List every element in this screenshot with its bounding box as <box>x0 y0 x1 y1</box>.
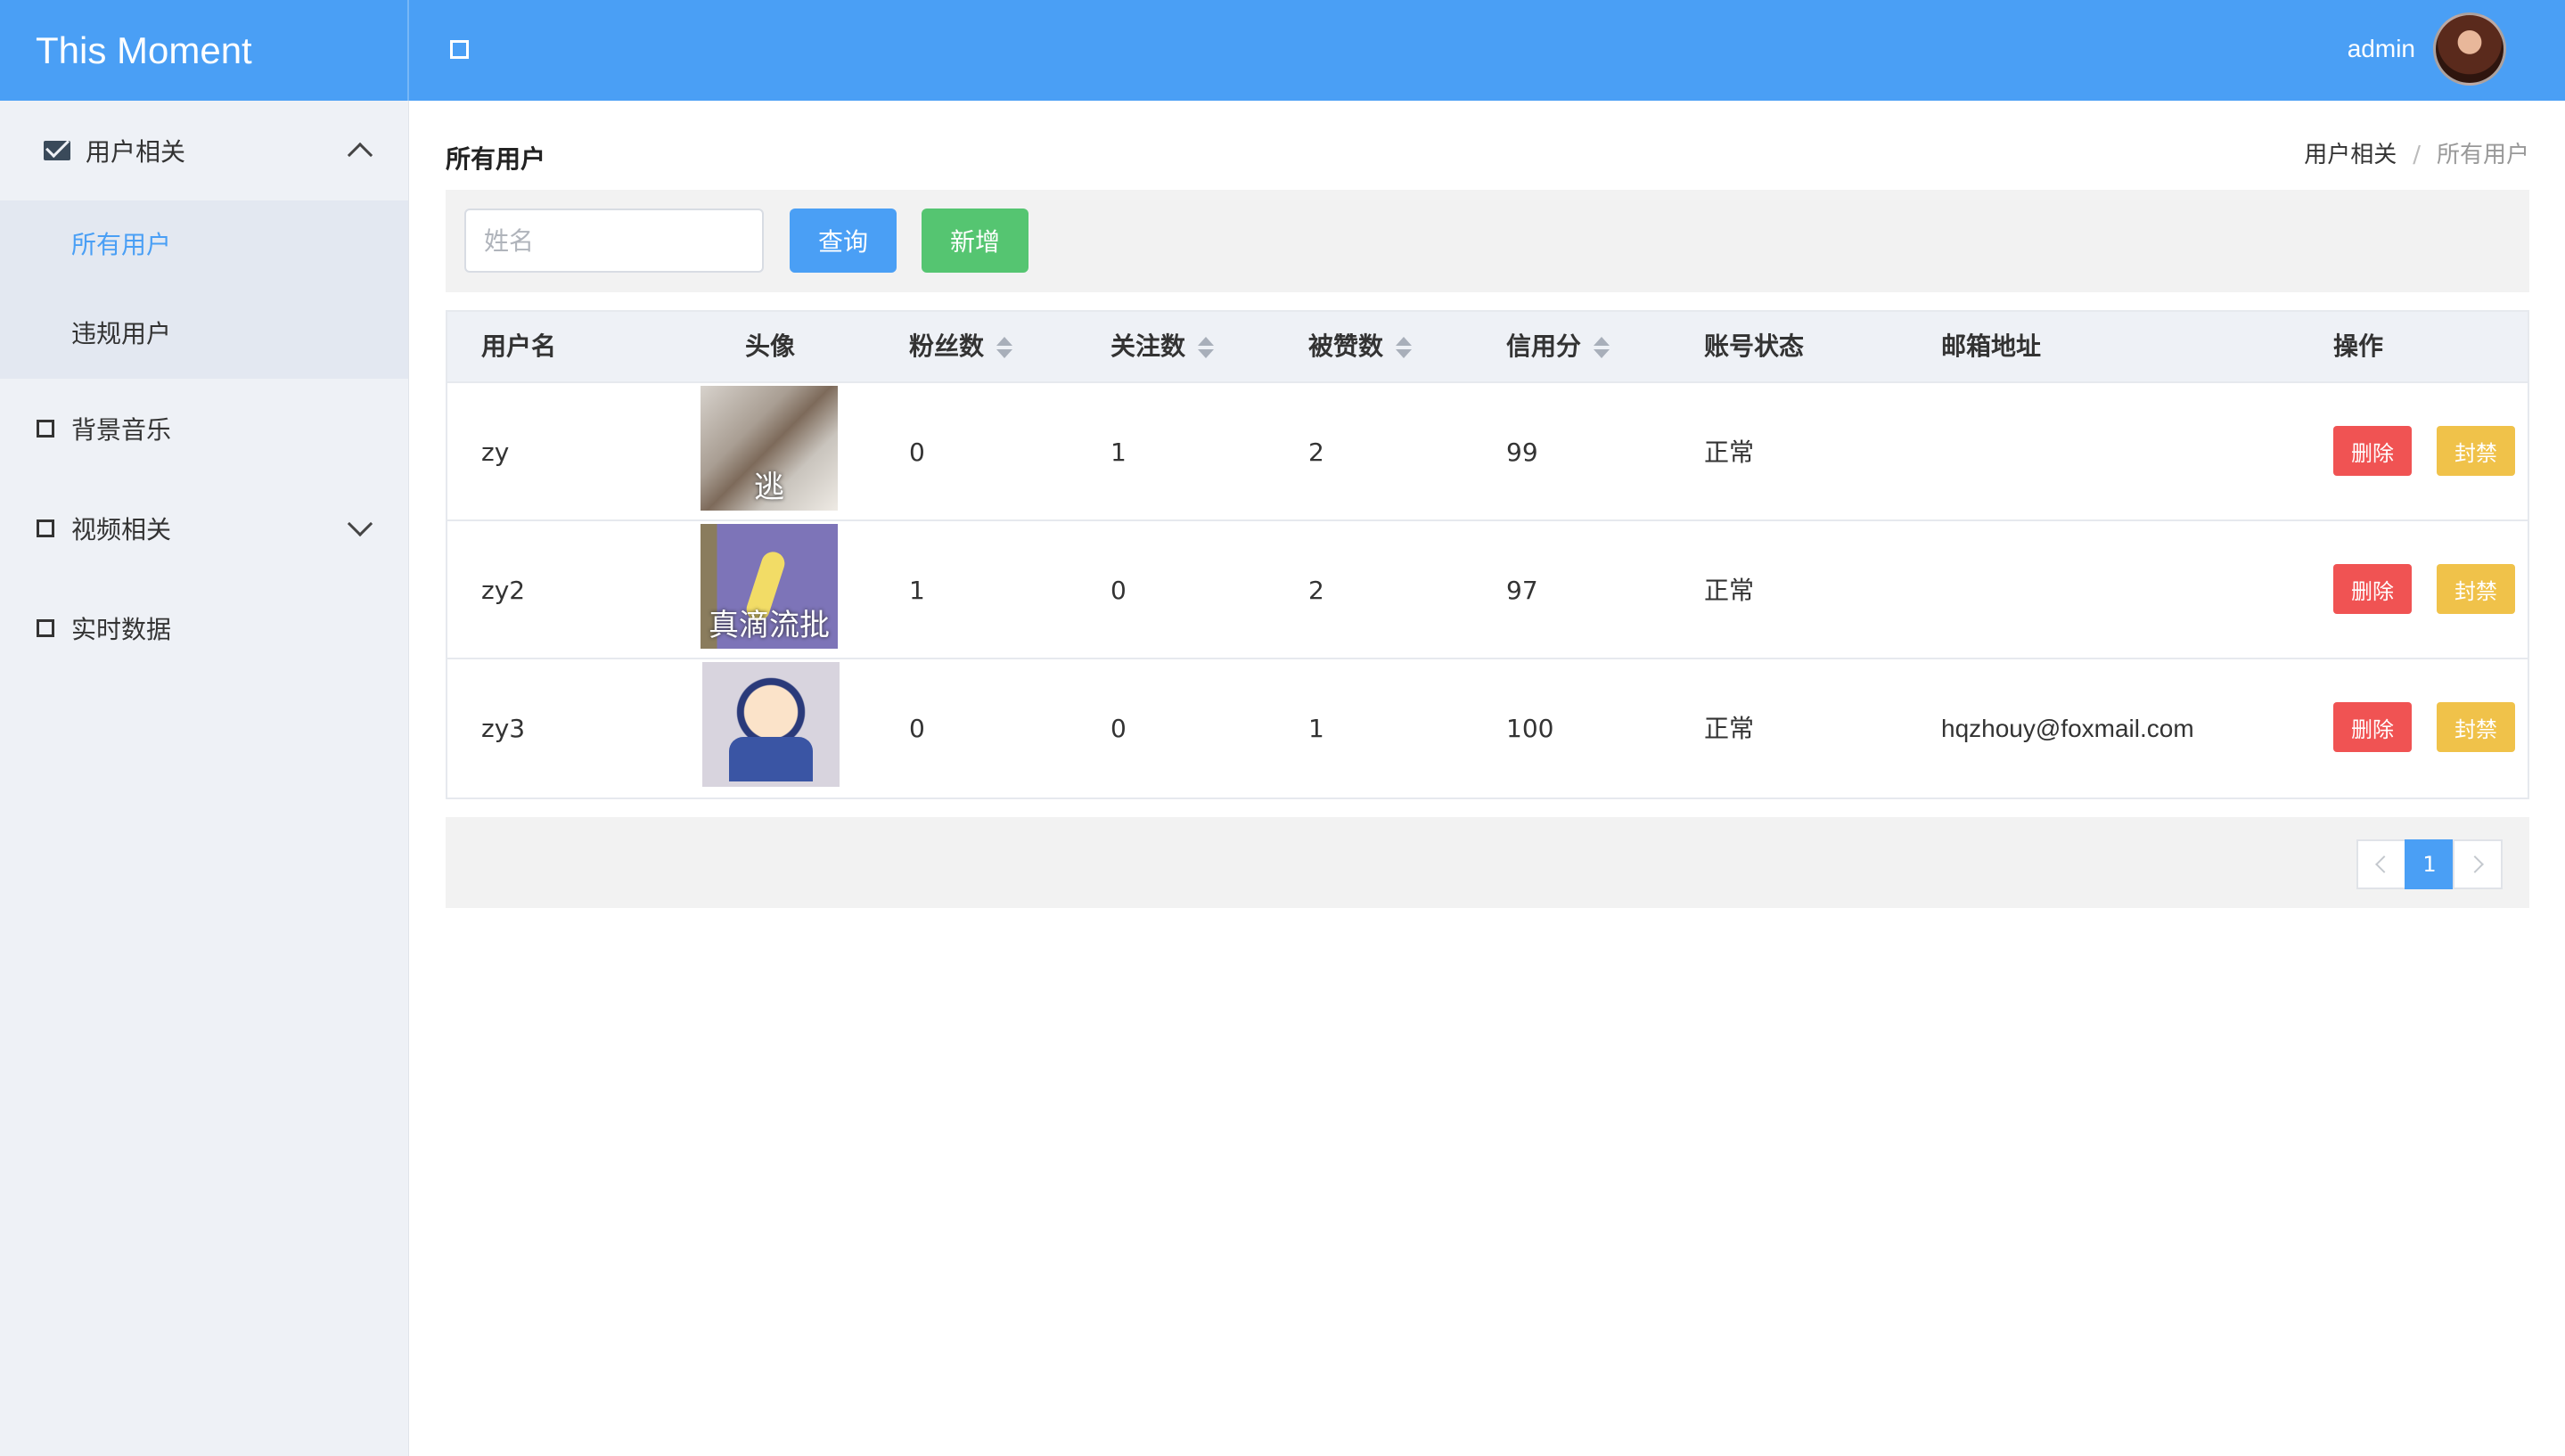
cell-fans: 0 <box>909 714 925 743</box>
search-toolbar: 查询 新增 <box>446 190 2529 292</box>
avatar-caption: 真滴流批 <box>709 608 830 643</box>
delete-button[interactable]: 删除 <box>2333 564 2412 614</box>
cell-credit: 97 <box>1506 576 1538 605</box>
cell-status: 正常 <box>1704 714 1755 743</box>
col-email: 邮箱地址 <box>1941 331 2042 361</box>
chevron-left-icon <box>2375 855 2393 873</box>
breadcrumb-item-current: 所有用户 <box>2436 142 2529 168</box>
menu-realtime[interactable]: 实时数据 <box>0 578 408 678</box>
add-button[interactable]: 新增 <box>922 209 1028 273</box>
cell-credit: 100 <box>1506 714 1554 743</box>
table-row: zy 逃 0 1 2 99 正常 删除 封禁 <box>447 383 2528 521</box>
delete-button[interactable]: 删除 <box>2333 702 2412 752</box>
main-content: 所有用户 用户相关/所有用户 查询 新增 用户名 头像 粉丝数 关注数 被赞数 … <box>410 101 2565 1456</box>
cell-username: zy <box>481 438 510 467</box>
col-actions: 操作 <box>2333 331 2384 361</box>
cell-email: hqzhouy@foxmail.com <box>1941 715 2194 742</box>
square-icon <box>37 420 54 438</box>
ban-button[interactable]: 封禁 <box>2437 564 2515 614</box>
menu-videos-label: 视频相关 <box>71 515 172 544</box>
col-avatar: 头像 <box>745 331 796 361</box>
square-icon <box>37 619 54 637</box>
col-credit[interactable]: 信用分 <box>1506 312 1610 381</box>
top-header: This Moment admin <box>0 0 2565 101</box>
cell-status: 正常 <box>1704 576 1755 605</box>
sort-icon[interactable] <box>1198 336 1215 359</box>
cell-likes: 2 <box>1308 438 1324 467</box>
col-username: 用户名 <box>481 331 557 361</box>
cell-username: zy2 <box>481 576 526 605</box>
col-follows-label: 关注数 <box>1110 331 1186 361</box>
sort-icon[interactable] <box>996 336 1013 359</box>
chevron-down-icon <box>347 511 373 537</box>
col-fans-label: 粉丝数 <box>909 331 985 361</box>
breadcrumb-item-users[interactable]: 用户相关 <box>2304 142 2397 168</box>
sidebar-toggle-icon[interactable] <box>450 40 469 59</box>
menu-bgm[interactable]: 背景音乐 <box>0 379 408 479</box>
prev-page-button[interactable] <box>2356 839 2406 889</box>
user-avatar-image: 真滴流批 <box>701 524 838 649</box>
sidebar-item-all-users[interactable]: 所有用户 <box>0 200 408 290</box>
sidebar-item-violation-users[interactable]: 违规用户 <box>0 290 408 379</box>
pagination-bar: 1 <box>446 817 2529 908</box>
chevron-right-icon <box>2466 855 2484 873</box>
table-row: zy2 真滴流批 1 0 2 97 正常 删除 封禁 <box>447 521 2528 659</box>
col-fans[interactable]: 粉丝数 <box>909 312 1013 381</box>
cell-fans: 1 <box>909 576 925 605</box>
avatar-caption: 逃 <box>754 470 784 505</box>
cell-username: zy3 <box>481 714 526 743</box>
table-header: 用户名 头像 粉丝数 关注数 被赞数 信用分 账号状态 邮箱地址 操作 <box>447 312 2528 383</box>
table-row: zy3 0 0 1 100 正常 hqzhouy@foxmail.com 删除 … <box>447 659 2528 798</box>
delete-button[interactable]: 删除 <box>2333 426 2412 476</box>
ban-button[interactable]: 封禁 <box>2437 426 2515 476</box>
cell-follows: 0 <box>1110 714 1127 743</box>
cell-credit: 99 <box>1506 438 1538 467</box>
user-name[interactable]: admin <box>2348 0 2415 101</box>
user-avatar-image <box>702 662 840 787</box>
sidebar: 用户相关 所有用户 违规用户 背景音乐 视频相关 实时数据 <box>0 101 409 1456</box>
menu-users[interactable]: 用户相关 <box>0 101 408 200</box>
next-page-button[interactable] <box>2453 839 2503 889</box>
query-button[interactable]: 查询 <box>790 209 897 273</box>
user-avatar-image: 逃 <box>701 386 838 511</box>
menu-bgm-label: 背景音乐 <box>71 415 172 445</box>
cell-likes: 2 <box>1308 576 1324 605</box>
sort-icon[interactable] <box>1594 336 1610 359</box>
col-credit-label: 信用分 <box>1506 331 1582 361</box>
col-likes[interactable]: 被赞数 <box>1308 312 1413 381</box>
square-icon <box>37 519 54 537</box>
sort-icon[interactable] <box>1396 336 1413 359</box>
col-follows[interactable]: 关注数 <box>1110 312 1215 381</box>
cell-likes: 1 <box>1308 714 1324 743</box>
menu-group-users: 用户相关 所有用户 违规用户 <box>0 101 408 379</box>
cell-follows: 1 <box>1110 438 1127 467</box>
col-status: 账号状态 <box>1704 331 1805 361</box>
name-search-input[interactable] <box>464 209 764 273</box>
menu-videos[interactable]: 视频相关 <box>0 479 408 578</box>
breadcrumb: 用户相关 / 所有用户 <box>2304 142 2529 168</box>
page-number-button[interactable]: 1 <box>2405 839 2454 889</box>
menu-users-label: 用户相关 <box>86 137 186 167</box>
col-likes-label: 被赞数 <box>1308 331 1384 361</box>
cell-status: 正常 <box>1704 438 1755 467</box>
users-table: 用户名 头像 粉丝数 关注数 被赞数 信用分 账号状态 邮箱地址 操作 zy 逃… <box>446 310 2529 799</box>
chevron-up-icon <box>347 142 373 168</box>
menu-realtime-label: 实时数据 <box>71 615 172 644</box>
envelope-icon <box>44 141 70 160</box>
submenu-users: 所有用户 违规用户 <box>0 200 408 379</box>
cell-follows: 0 <box>1110 576 1127 605</box>
cell-fans: 0 <box>909 438 925 467</box>
ban-button[interactable]: 封禁 <box>2437 702 2515 752</box>
user-avatar[interactable] <box>2433 12 2506 86</box>
app-title: This Moment <box>0 0 409 101</box>
page-title: 所有用户 <box>446 144 546 174</box>
pagination: 1 <box>2356 839 2503 889</box>
